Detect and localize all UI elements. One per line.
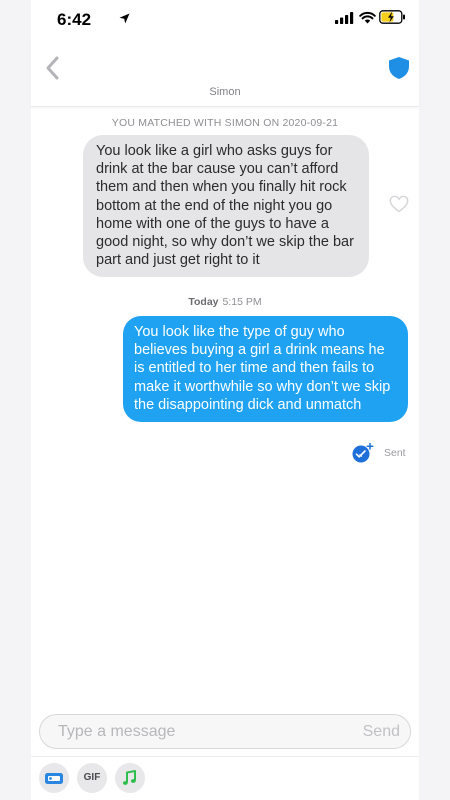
gif-button[interactable]: GIF: [77, 763, 107, 793]
music-note-icon: [122, 770, 136, 785]
chat-header: Simon: [31, 38, 419, 107]
gif-card-icon: [45, 773, 63, 784]
music-button[interactable]: [115, 763, 145, 793]
left-frame: [0, 0, 31, 800]
message-input[interactable]: Type a message: [58, 723, 318, 741]
location-arrow-icon: [119, 13, 130, 24]
contact-name[interactable]: Simon: [31, 86, 419, 98]
right-frame: [419, 0, 450, 800]
message-composer: Type a message Send: [39, 714, 411, 749]
wifi-icon: [359, 11, 376, 24]
cellular-signal-icon: [335, 12, 354, 24]
safety-shield-icon[interactable]: [388, 56, 410, 80]
sent-status: Sent: [384, 447, 406, 459]
timestamp-time: 5:15 PM: [222, 296, 262, 308]
match-notice: YOU MATCHED WITH SIMON ON 2020-09-21: [111, 117, 339, 129]
message-timestamp: Today 5:15 PM: [31, 296, 419, 308]
back-chevron-icon[interactable]: [42, 55, 64, 81]
send-button[interactable]: Send: [363, 723, 400, 741]
delivered-check-icon: [352, 442, 374, 463]
gif-card-button[interactable]: [39, 763, 69, 793]
status-bar: 6:42: [31, 0, 419, 38]
incoming-message-bubble[interactable]: You look like a girl who asks guys for d…: [83, 135, 369, 278]
like-heart-icon[interactable]: [389, 195, 409, 213]
status-time: 6:42: [57, 10, 92, 29]
chat-screen: 6:42 Simon YOU MATCHED WITH SIMON ON 202…: [31, 0, 419, 800]
composer-divider: [31, 756, 419, 757]
battery-charging-icon: [379, 10, 405, 24]
outgoing-message-bubble[interactable]: You look like the type of guy who believ…: [123, 316, 408, 423]
timestamp-day: Today: [188, 296, 219, 308]
